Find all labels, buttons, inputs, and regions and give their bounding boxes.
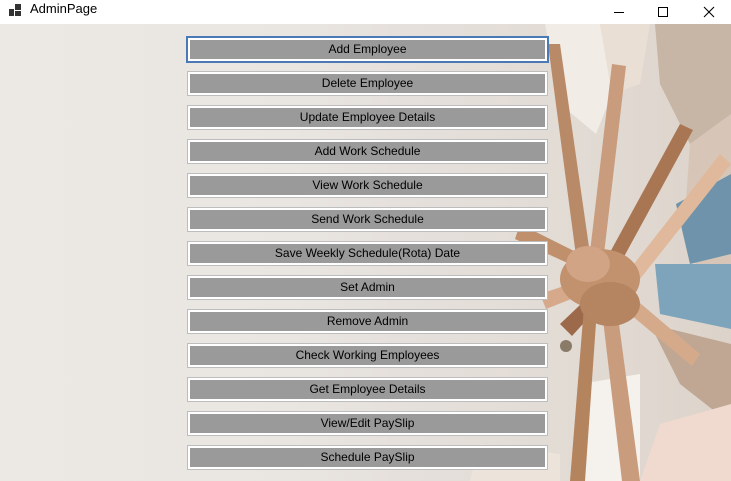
minimize-button[interactable]: [596, 0, 642, 24]
app-icon: [9, 4, 21, 16]
update-employee-details-button[interactable]: Update Employee Details: [187, 105, 548, 130]
remove-admin-button[interactable]: Remove Admin: [187, 309, 548, 334]
view-edit-payslip-button[interactable]: View/Edit PaySlip: [187, 411, 548, 436]
maximize-button[interactable]: [640, 0, 686, 24]
add-work-schedule-button[interactable]: Add Work Schedule: [187, 139, 548, 164]
window-title: AdminPage: [30, 1, 98, 16]
close-button[interactable]: [686, 0, 731, 24]
add-employee-button[interactable]: Add Employee: [186, 36, 549, 63]
close-icon: [703, 6, 715, 18]
check-working-employees-button[interactable]: Check Working Employees: [187, 343, 548, 368]
schedule-payslip-button[interactable]: Schedule PaySlip: [187, 445, 548, 470]
maximize-icon: [658, 7, 668, 17]
delete-employee-button[interactable]: Delete Employee: [187, 71, 548, 96]
send-work-schedule-button[interactable]: Send Work Schedule: [187, 207, 548, 232]
save-weekly-schedule-date-button[interactable]: Save Weekly Schedule(Rota) Date: [187, 241, 548, 266]
minimize-icon: [614, 12, 624, 13]
form-background: Add Employee Delete Employee Update Empl…: [0, 24, 731, 481]
get-employee-details-button[interactable]: Get Employee Details: [187, 377, 548, 402]
view-work-schedule-button[interactable]: View Work Schedule: [187, 173, 548, 198]
set-admin-button[interactable]: Set Admin: [187, 275, 548, 300]
title-bar: AdminPage: [0, 0, 731, 24]
